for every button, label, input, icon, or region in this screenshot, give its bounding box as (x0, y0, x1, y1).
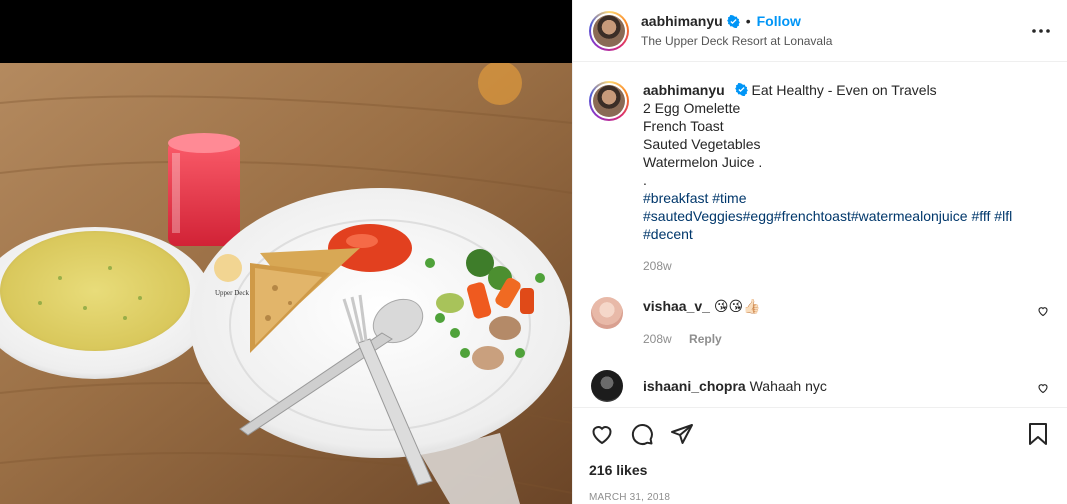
commenter-username[interactable]: ishaani_chopra (643, 378, 746, 394)
bookmark-icon[interactable] (1025, 421, 1051, 447)
author-avatar[interactable] (589, 10, 629, 51)
caption-line: Eat Healthy - Even on Travels (751, 82, 937, 98)
caption-line: . (643, 172, 647, 188)
post-sidebar: aabhimanyu • Follow The Upper Deck Resor… (572, 0, 1067, 504)
follow-button[interactable]: Follow (757, 13, 801, 29)
post-media[interactable]: Upper Deck (0, 0, 572, 504)
post-photo: Upper Deck (0, 63, 572, 504)
verified-badge-icon (734, 83, 748, 96)
verified-badge-icon (726, 14, 740, 28)
caption-username[interactable]: aabhimanyu (643, 82, 725, 98)
comment-text: Wahaah nyc (749, 378, 827, 394)
likes-count[interactable]: 216 likes (589, 462, 1051, 478)
separator-dot: • (745, 13, 751, 29)
author-username[interactable]: aabhimanyu (641, 13, 723, 29)
caption-line: Watermelon Juice . (643, 154, 763, 170)
comment-like-icon[interactable] (1037, 305, 1049, 317)
comment-item: ishaani_chopra Wahaah nyc (589, 370, 1051, 402)
comment-text: 😘😘👍🏻 (713, 299, 761, 315)
share-icon[interactable] (669, 421, 695, 447)
comment-timestamp[interactable]: 208w (643, 332, 672, 346)
commenter-avatar[interactable] (591, 370, 623, 402)
caption-line: 2 Egg Omelette (643, 100, 741, 116)
commenter-avatar[interactable] (591, 297, 623, 329)
hashtag-line[interactable]: #sautedVeggies#egg#frenchtoast#watermeal… (643, 207, 1012, 225)
heart-icon[interactable] (589, 421, 615, 447)
comment-icon[interactable] (629, 421, 655, 447)
post-header: aabhimanyu • Follow The Upper Deck Resor… (573, 0, 1067, 62)
caption-timestamp[interactable]: 208w (643, 257, 1012, 275)
hashtag-line[interactable]: #decent (643, 225, 1012, 243)
more-options-icon[interactable] (1029, 19, 1053, 43)
caption-line: Sauted Vegetables (643, 136, 761, 152)
comments-section[interactable]: aabhimanyu Eat Healthy - Even on Travels… (573, 63, 1067, 407)
hashtag-line[interactable]: #breakfast #time (643, 189, 1012, 207)
post-modal: Upper Deck aabhimanyu • Follow The Upper… (0, 0, 1067, 504)
post-location[interactable]: The Upper Deck Resort at Lonavala (641, 34, 1029, 48)
post-date: MARCH 31, 2018 (589, 492, 671, 503)
post-actions-section: 216 likes MARCH 31, 2018 (573, 407, 1067, 503)
caption-avatar[interactable] (589, 81, 629, 121)
comment-item: vishaa_v_ 😘😘👍🏻 208w Reply (589, 297, 1051, 348)
commenter-username[interactable]: vishaa_v_ (643, 298, 710, 314)
caption-line: French Toast (643, 118, 724, 134)
plate-logo-text: Upper Deck (215, 289, 250, 297)
reply-button[interactable]: Reply (689, 332, 722, 346)
action-bar (589, 408, 1051, 460)
post-caption: aabhimanyu Eat Healthy - Even on Travels… (589, 81, 1051, 275)
comment-like-icon[interactable] (1037, 382, 1049, 394)
